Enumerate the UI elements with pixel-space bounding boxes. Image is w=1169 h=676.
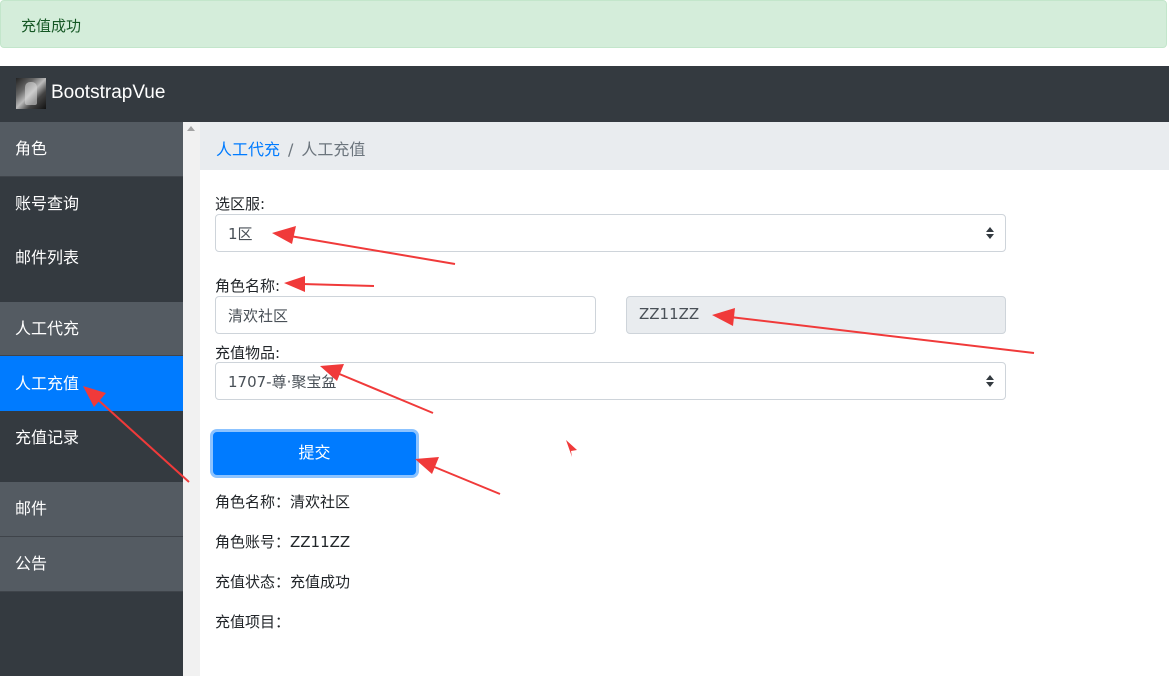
sidebar-item-announcement[interactable]: 公告 [0,537,183,592]
sidebar-item-label: 邮件 [15,499,48,518]
sidebar-item-account-query[interactable]: 账号查询 [0,177,183,231]
sidebar-item-manual-topup-proxy[interactable]: 人工代充 [0,302,183,356]
sidebar-item-label: 公告 [15,554,48,573]
select-caret-icon [986,226,994,240]
server-label: 选区服: [215,195,266,213]
server-select[interactable]: 1区 [215,214,1006,252]
brand-name[interactable]: BootstrapVue [51,82,165,104]
sidebar: 角色 账号查询 邮件列表 人工代充 人工充值 充值记录 邮件 公告 [0,122,183,676]
sidebar-item-label: 账号查询 [15,194,80,213]
arrow-annotation-icon [284,276,375,292]
arrow-annotation-icon [566,440,577,457]
sidebar-item-manual-recharge[interactable]: 人工充值 [0,356,183,411]
role-name-input[interactable]: 清欢社区 [215,296,596,334]
sidebar-item-label: 充值记录 [15,428,80,447]
scrollbar[interactable] [183,122,200,676]
sidebar-item-mail[interactable]: 邮件 [0,482,183,537]
breadcrumb-separator: / [288,140,294,159]
sidebar-item-recharge-records[interactable]: 充值记录 [0,411,183,465]
submit-button[interactable]: 提交 [213,432,416,475]
role-name-input-value: 清欢社区 [228,307,289,325]
sidebar-item-label: 人工充值 [15,374,80,393]
sidebar-item-label: 邮件列表 [15,248,80,267]
result-items: 充值项目： [215,613,291,631]
result-role-name: 角色名称：清欢社区 [215,493,351,511]
select-caret-icon [986,374,994,388]
sidebar-item-label: 人工代充 [15,319,80,338]
account-input[interactable]: ZZ11ZZ [626,296,1006,334]
scroll-up-arrow-icon[interactable] [187,126,195,131]
role-name-label: 角色名称: [215,277,281,295]
result-status: 充值状态：充值成功 [215,573,351,591]
top-navbar: BootstrapVue [0,66,1169,122]
server-select-value: 1区 [228,225,253,243]
arrow-annotation-icon [415,457,501,495]
result-account: 角色账号：ZZ11ZZ [215,533,351,551]
brand-logo-icon[interactable] [16,78,46,109]
success-alert: 充值成功 [0,0,1167,48]
item-select-value: 1707-尊·聚宝盆 [228,373,337,391]
item-select[interactable]: 1707-尊·聚宝盆 [215,362,1006,400]
sidebar-item-label: 角色 [15,139,48,158]
sidebar-item-role[interactable]: 角色 [0,122,183,177]
breadcrumb: 人工代充 / 人工充值 [200,122,1169,170]
alert-text: 充值成功 [21,17,82,35]
breadcrumb-link-parent[interactable]: 人工代充 [216,140,280,159]
item-label: 充值物品: [215,344,281,362]
sidebar-item-mail-list[interactable]: 邮件列表 [0,231,183,285]
breadcrumb-current: 人工充值 [301,140,366,159]
account-input-value: ZZ11ZZ [639,305,700,323]
